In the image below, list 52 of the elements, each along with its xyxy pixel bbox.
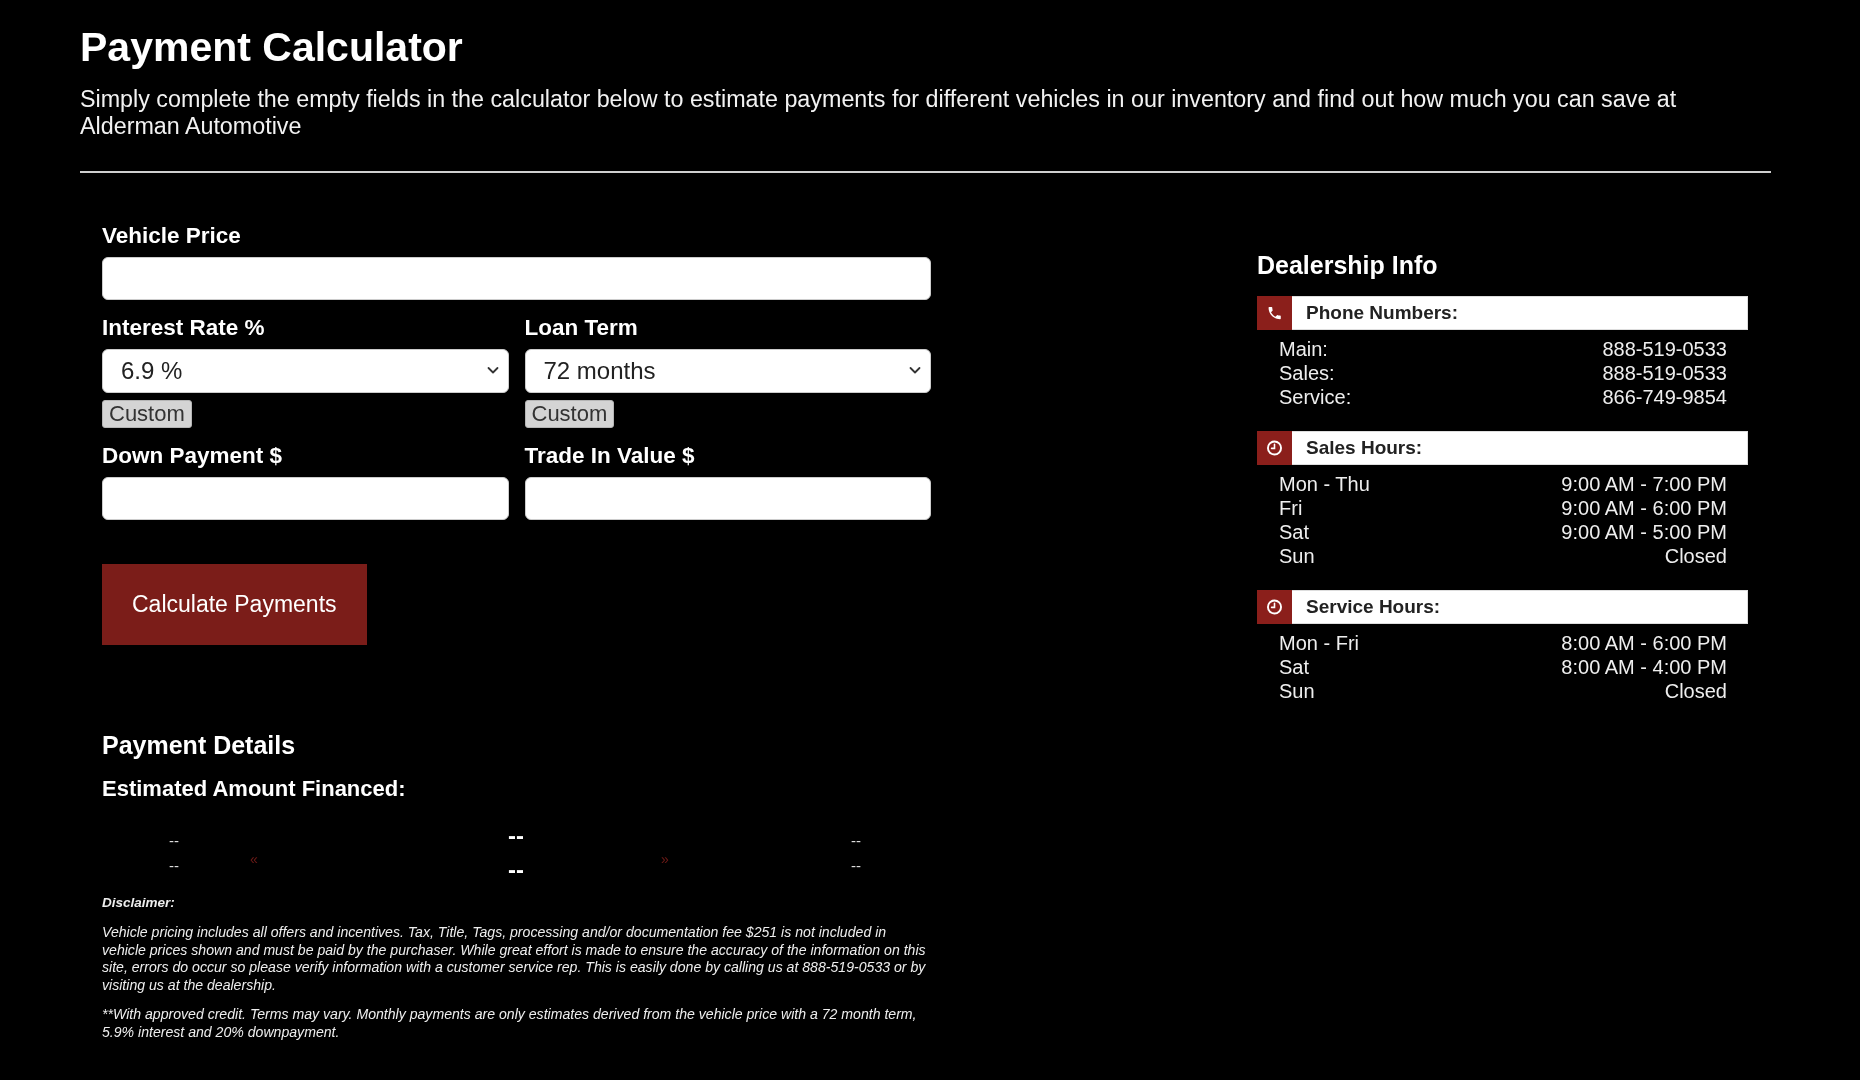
info-label: Fri xyxy=(1279,496,1303,520)
info-value: Closed xyxy=(1664,544,1727,568)
field-label: Loan Term xyxy=(524,315,639,341)
page-title: Payment Calculator xyxy=(80,25,464,69)
disclaimer-text: **With approved credit. Terms may vary. Monthly payments are only estimates derived from the vehicle price with a 72 month term, 5.9% interest and 20% downpayment. xyxy=(102,1006,918,1042)
info-label: Sun xyxy=(1279,544,1315,568)
disclaimer-title: Disclaimer: xyxy=(102,894,176,912)
section-title: Service Hours: xyxy=(1305,594,1441,619)
dropdown-select[interactable]: 72 months xyxy=(524,349,931,393)
custom-button[interactable]: Custom xyxy=(102,400,192,428)
field-label: Trade In Value $ xyxy=(524,443,696,469)
calculate-button[interactable]: Calculate Payments xyxy=(102,564,367,645)
info-value: 9:00 AM - 7:00 PM xyxy=(1561,472,1727,496)
info-label: Sat xyxy=(1279,520,1310,544)
info-label: Sales: xyxy=(1279,361,1335,385)
disclaimer-text: Vehicle pricing includes all offers and incentives. Tax, Title, Tags, processing and/or documentation fee $251 is not included in vehicle prices shown and must be paid by the purchaser. While great effort is made to ensure the accuracy of the information on this site, errors do occur so please verify information with a customer service rep. This is easily done by calling us at 888-519-0533 or by visiting us at the dealership. xyxy=(102,924,927,995)
info-label: Service: xyxy=(1279,385,1352,409)
empty-value: -- xyxy=(851,831,861,851)
info-label: Sat xyxy=(1279,655,1310,679)
chevron-down-icon xyxy=(486,366,499,375)
info-label: Mon - Thu xyxy=(1279,472,1370,496)
intro-text: Simply complete the empty fields in the calculator below to estimate payments for different vehicles in our inventory and find out how much you can save at Alderman Automotive xyxy=(80,86,1678,140)
info-label: Mon - Fri xyxy=(1279,631,1359,655)
field-label: Vehicle Price xyxy=(102,223,242,249)
empty-value: -- xyxy=(508,824,524,848)
empty-value: -- xyxy=(508,858,524,882)
financed-label: Estimated Amount Financed: xyxy=(102,776,407,802)
input-field[interactable] xyxy=(102,477,509,520)
dropdown-select[interactable]: 6.9 % xyxy=(102,349,509,393)
field-label: Down Payment $ xyxy=(102,443,284,469)
empty-value: -- xyxy=(169,831,179,851)
info-value: 8:00 AM - 4:00 PM xyxy=(1561,655,1727,679)
custom-button[interactable]: Custom xyxy=(524,400,615,428)
info-value: 8:00 AM - 6:00 PM xyxy=(1561,631,1727,655)
info-value: Closed xyxy=(1664,679,1727,703)
input-field[interactable] xyxy=(524,477,931,520)
empty-value: -- xyxy=(169,856,179,876)
info-value: 9:00 AM - 5:00 PM xyxy=(1561,520,1727,544)
info-label: Sun xyxy=(1279,679,1315,703)
section-heading: Dealership Info xyxy=(1257,250,1439,280)
info-value: 866-749-9854 xyxy=(1602,385,1727,409)
info-value: 888-519-0533 xyxy=(1602,337,1727,361)
section-title: Sales Hours: xyxy=(1305,435,1423,460)
section-title: Phone Numbers: xyxy=(1305,300,1459,325)
info-label: Main: xyxy=(1279,337,1328,361)
chevron-down-icon xyxy=(909,366,921,375)
input-field[interactable] xyxy=(102,257,931,300)
field-label: Interest Rate % xyxy=(102,315,266,341)
empty-value: -- xyxy=(851,856,861,876)
info-value: 888-519-0533 xyxy=(1602,361,1727,385)
section-heading: Payment Details xyxy=(102,730,297,760)
info-value: 9:00 AM - 6:00 PM xyxy=(1561,496,1727,520)
